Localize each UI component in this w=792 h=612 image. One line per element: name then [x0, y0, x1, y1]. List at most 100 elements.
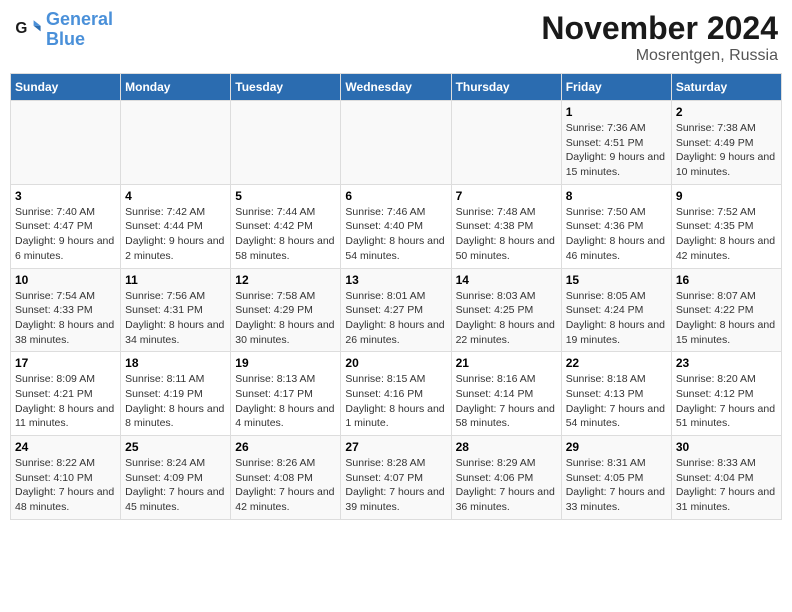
- day-number: 29: [566, 440, 667, 454]
- day-info: Sunrise: 8:20 AM Sunset: 4:12 PM Dayligh…: [676, 372, 777, 431]
- calendar-cell: 23 Sunrise: 8:20 AM Sunset: 4:12 PM Dayli…: [671, 352, 781, 436]
- calendar-header: SundayMondayTuesdayWednesdayThursdayFrid…: [11, 74, 782, 101]
- subtitle: Mosrentgen, Russia: [541, 47, 778, 65]
- calendar-cell: 30Sunrise: 8:33 AM Sunset: 4:04 PM Dayli…: [671, 436, 781, 520]
- day-number: 3: [15, 189, 116, 203]
- day-info: Sunrise: 8:11 AM Sunset: 4:19 PM Dayligh…: [125, 372, 226, 431]
- calendar-cell: 12 Sunrise: 7:58 AM Sunset: 4:29 PM Dayli…: [231, 268, 341, 352]
- logo-icon: G: [14, 16, 42, 44]
- day-info: Sunrise: 7:56 AM Sunset: 4:31 PM Dayligh…: [125, 289, 226, 348]
- day-number: 23: [676, 356, 777, 370]
- day-number: 8: [566, 189, 667, 203]
- calendar-cell: 1 Sunrise: 7:36 AM Sunset: 4:51 PM Daylig…: [561, 101, 671, 185]
- calendar-cell: 17 Sunrise: 8:09 AM Sunset: 4:21 PM Dayli…: [11, 352, 121, 436]
- day-info: Sunrise: 8:13 AM Sunset: 4:17 PM Dayligh…: [235, 372, 336, 431]
- calendar-cell: [121, 101, 231, 185]
- title-block: November 2024 Mosrentgen, Russia: [541, 10, 778, 65]
- week-row-1: 3 Sunrise: 7:40 AM Sunset: 4:47 PM Daylig…: [11, 184, 782, 268]
- day-number: 27: [345, 440, 446, 454]
- day-info: Sunrise: 7:36 AM Sunset: 4:51 PM Dayligh…: [566, 121, 667, 180]
- header-wednesday: Wednesday: [341, 74, 451, 101]
- day-number: 19: [235, 356, 336, 370]
- day-info: Sunrise: 7:46 AM Sunset: 4:40 PM Dayligh…: [345, 205, 446, 264]
- day-number: 28: [456, 440, 557, 454]
- week-row-0: 1 Sunrise: 7:36 AM Sunset: 4:51 PM Daylig…: [11, 101, 782, 185]
- day-number: 26: [235, 440, 336, 454]
- calendar-cell: 25 Sunrise: 8:24 AM Sunset: 4:09 PM Dayli…: [121, 436, 231, 520]
- calendar-cell: 8 Sunrise: 7:50 AM Sunset: 4:36 PM Daylig…: [561, 184, 671, 268]
- day-info: Sunrise: 8:24 AM Sunset: 4:09 PM Dayligh…: [125, 456, 226, 515]
- calendar-cell: 11 Sunrise: 7:56 AM Sunset: 4:31 PM Dayli…: [121, 268, 231, 352]
- day-info: Sunrise: 8:09 AM Sunset: 4:21 PM Dayligh…: [15, 372, 116, 431]
- calendar-cell: 3 Sunrise: 7:40 AM Sunset: 4:47 PM Daylig…: [11, 184, 121, 268]
- calendar-cell: 29Sunrise: 8:31 AM Sunset: 4:05 PM Dayli…: [561, 436, 671, 520]
- header-friday: Friday: [561, 74, 671, 101]
- day-info: Sunrise: 7:44 AM Sunset: 4:42 PM Dayligh…: [235, 205, 336, 264]
- day-info: Sunrise: 7:52 AM Sunset: 4:35 PM Dayligh…: [676, 205, 777, 264]
- day-info: Sunrise: 7:48 AM Sunset: 4:38 PM Dayligh…: [456, 205, 557, 264]
- svg-text:G: G: [15, 20, 27, 37]
- day-number: 6: [345, 189, 446, 203]
- day-info: Sunrise: 7:50 AM Sunset: 4:36 PM Dayligh…: [566, 205, 667, 264]
- day-number: 22: [566, 356, 667, 370]
- day-number: 1: [566, 105, 667, 119]
- calendar-cell: 4Sunrise: 7:42 AM Sunset: 4:44 PM Daylig…: [121, 184, 231, 268]
- day-number: 15: [566, 273, 667, 287]
- day-info: Sunrise: 8:28 AM Sunset: 4:07 PM Dayligh…: [345, 456, 446, 515]
- day-info: Sunrise: 7:40 AM Sunset: 4:47 PM Dayligh…: [15, 205, 116, 264]
- day-info: Sunrise: 8:15 AM Sunset: 4:16 PM Dayligh…: [345, 372, 446, 431]
- day-number: 20: [345, 356, 446, 370]
- day-number: 2: [676, 105, 777, 119]
- day-info: Sunrise: 8:22 AM Sunset: 4:10 PM Dayligh…: [15, 456, 116, 515]
- day-number: 9: [676, 189, 777, 203]
- calendar-cell: 5 Sunrise: 7:44 AM Sunset: 4:42 PM Daylig…: [231, 184, 341, 268]
- calendar-cell: [341, 101, 451, 185]
- calendar-cell: 10 Sunrise: 7:54 AM Sunset: 4:33 PM Dayli…: [11, 268, 121, 352]
- day-info: Sunrise: 8:01 AM Sunset: 4:27 PM Dayligh…: [345, 289, 446, 348]
- calendar-cell: 21 Sunrise: 8:16 AM Sunset: 4:14 PM Dayli…: [451, 352, 561, 436]
- day-number: 13: [345, 273, 446, 287]
- week-row-2: 10 Sunrise: 7:54 AM Sunset: 4:33 PM Dayli…: [11, 268, 782, 352]
- calendar-cell: [231, 101, 341, 185]
- calendar-cell: 7 Sunrise: 7:48 AM Sunset: 4:38 PM Daylig…: [451, 184, 561, 268]
- logo: G General Blue: [14, 10, 113, 50]
- calendar-cell: 15Sunrise: 8:05 AM Sunset: 4:24 PM Dayli…: [561, 268, 671, 352]
- day-info: Sunrise: 7:38 AM Sunset: 4:49 PM Dayligh…: [676, 121, 777, 180]
- calendar-cell: [11, 101, 121, 185]
- day-info: Sunrise: 8:29 AM Sunset: 4:06 PM Dayligh…: [456, 456, 557, 515]
- main-title: November 2024: [541, 10, 778, 47]
- calendar-cell: 13 Sunrise: 8:01 AM Sunset: 4:27 PM Dayli…: [341, 268, 451, 352]
- day-number: 18: [125, 356, 226, 370]
- day-info: Sunrise: 7:58 AM Sunset: 4:29 PM Dayligh…: [235, 289, 336, 348]
- week-row-3: 17 Sunrise: 8:09 AM Sunset: 4:21 PM Dayli…: [11, 352, 782, 436]
- day-number: 30: [676, 440, 777, 454]
- calendar-cell: 24 Sunrise: 8:22 AM Sunset: 4:10 PM Dayli…: [11, 436, 121, 520]
- day-number: 14: [456, 273, 557, 287]
- calendar-cell: 16 Sunrise: 8:07 AM Sunset: 4:22 PM Dayli…: [671, 268, 781, 352]
- day-number: 16: [676, 273, 777, 287]
- day-number: 24: [15, 440, 116, 454]
- day-number: 5: [235, 189, 336, 203]
- calendar-cell: 6 Sunrise: 7:46 AM Sunset: 4:40 PM Daylig…: [341, 184, 451, 268]
- day-info: Sunrise: 7:54 AM Sunset: 4:33 PM Dayligh…: [15, 289, 116, 348]
- day-number: 12: [235, 273, 336, 287]
- day-number: 17: [15, 356, 116, 370]
- calendar-table: SundayMondayTuesdayWednesdayThursdayFrid…: [10, 73, 782, 520]
- calendar-cell: 18 Sunrise: 8:11 AM Sunset: 4:19 PM Dayli…: [121, 352, 231, 436]
- calendar-cell: 20 Sunrise: 8:15 AM Sunset: 4:16 PM Dayli…: [341, 352, 451, 436]
- day-number: 10: [15, 273, 116, 287]
- day-number: 11: [125, 273, 226, 287]
- header-monday: Monday: [121, 74, 231, 101]
- day-number: 25: [125, 440, 226, 454]
- day-number: 7: [456, 189, 557, 203]
- day-info: Sunrise: 8:03 AM Sunset: 4:25 PM Dayligh…: [456, 289, 557, 348]
- day-info: Sunrise: 8:16 AM Sunset: 4:14 PM Dayligh…: [456, 372, 557, 431]
- calendar-cell: 9 Sunrise: 7:52 AM Sunset: 4:35 PM Daylig…: [671, 184, 781, 268]
- day-number: 21: [456, 356, 557, 370]
- page-header: G General Blue November 2024 Mosrentgen,…: [10, 10, 782, 65]
- day-info: Sunrise: 8:07 AM Sunset: 4:22 PM Dayligh…: [676, 289, 777, 348]
- calendar-cell: 22Sunrise: 8:18 AM Sunset: 4:13 PM Dayli…: [561, 352, 671, 436]
- week-row-4: 24 Sunrise: 8:22 AM Sunset: 4:10 PM Dayli…: [11, 436, 782, 520]
- header-thursday: Thursday: [451, 74, 561, 101]
- day-number: 4: [125, 189, 226, 203]
